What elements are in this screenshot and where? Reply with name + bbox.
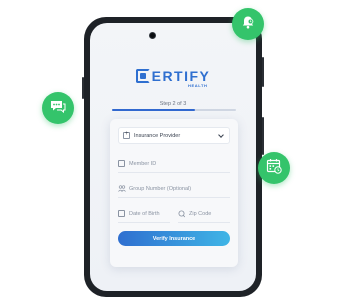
camera-dot [150,33,155,38]
brand-name: ERTIFY [151,68,211,84]
date-of-birth-placeholder: Date of Birth [129,210,160,217]
progress-bar [112,109,236,111]
insurance-provider-select[interactable]: Insurance Provider [118,127,230,144]
brand-logo: ERTIFY [90,68,256,88]
group-number-placeholder: Group Number (Optional) [129,185,192,192]
id-card-icon [118,160,125,167]
calendar-badge [258,152,290,184]
phone-side-button [82,77,84,99]
calendar-icon [265,157,283,180]
verify-insurance-button[interactable]: Verify Insurance [118,231,230,246]
brand-subtitle: HEALTH [188,83,208,88]
phone-frame: ERTIFY HEALTH Step 2 of 3 Insurance Prov… [82,17,264,297]
insurance-provider-label: Insurance Provider [134,132,181,139]
notification-bell-badge [232,8,264,40]
location-pin-icon [178,210,186,218]
phone-side-button [262,117,264,155]
group-number-field[interactable]: Group Number (Optional) [118,180,230,198]
stage: ERTIFY HEALTH Step 2 of 3 Insurance Prov… [0,0,342,297]
bell-icon [240,14,256,35]
zip-code-placeholder: Zip Code [189,210,212,217]
date-of-birth-field[interactable]: Date of Birth [118,205,170,223]
calendar-small-icon [118,210,125,217]
chevron-down-icon [218,132,224,138]
zip-code-field[interactable]: Zip Code [178,205,230,223]
brand-logo-mark [135,69,150,83]
step-indicator: Step 2 of 3 [159,101,187,107]
member-id-placeholder: Member ID [129,160,157,167]
chat-icon [49,98,67,119]
phone-side-button [262,57,264,87]
member-id-field[interactable]: Member ID [118,155,230,173]
progress-bar-fill [112,109,196,111]
plus-box-icon [123,131,130,139]
group-icon [118,185,126,192]
chat-badge [42,92,74,124]
insurance-form-card: Insurance Provider Member ID Group Numbe… [110,119,238,267]
phone-screen: ERTIFY HEALTH Step 2 of 3 Insurance Prov… [90,23,256,291]
